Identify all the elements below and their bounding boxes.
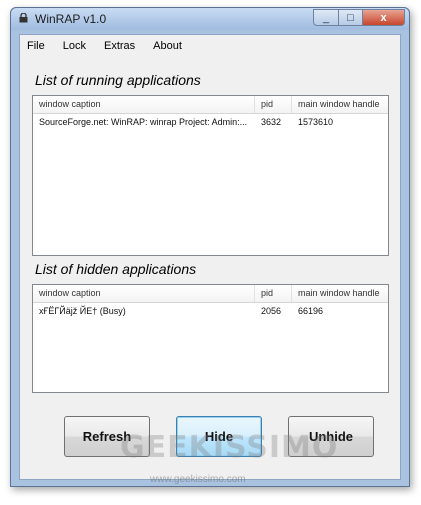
list-header: window caption pid main window handle (33, 285, 388, 303)
column-window-caption[interactable]: window caption (33, 285, 255, 302)
client-area: File Lock Extras About List of running a… (19, 34, 401, 480)
cell-pid: 3632 (261, 117, 282, 127)
cell-handle: 66196 (298, 306, 324, 316)
maximize-button[interactable]: □ (338, 9, 363, 26)
unhide-button[interactable]: Unhide (288, 416, 374, 457)
cell-pid: 2056 (261, 306, 282, 316)
minimize-button[interactable]: _ (313, 9, 339, 26)
refresh-button[interactable]: Refresh (64, 416, 150, 457)
hidden-list-title: List of hidden applications (35, 261, 197, 277)
column-main-window-handle[interactable]: main window handle (292, 285, 388, 302)
close-icon: x (380, 11, 387, 24)
lock-icon (19, 13, 28, 23)
minimize-icon: _ (322, 11, 330, 24)
column-main-window-handle[interactable]: main window handle (292, 96, 388, 113)
column-pid[interactable]: pid (255, 96, 292, 113)
table-row[interactable]: xҒЁГЙäјž ЙЕ† (Busy) 2056 66196 (33, 303, 388, 320)
menu-extras[interactable]: Extras (97, 38, 142, 56)
running-list-title: List of running applications (35, 72, 201, 88)
running-apps-list[interactable]: window caption pid main window handle So… (32, 95, 389, 256)
column-pid[interactable]: pid (255, 285, 292, 302)
cell-caption: SourceForge.net: WinRAP: winrap Project:… (39, 117, 248, 127)
window-title: WinRAP v1.0 (35, 12, 107, 26)
maximize-icon: □ (347, 11, 354, 24)
menu-bar: File Lock Extras About (20, 38, 193, 56)
menu-file[interactable]: File (20, 38, 52, 56)
hide-button[interactable]: Hide (176, 416, 262, 457)
hidden-apps-list[interactable]: window caption pid main window handle xҒ… (32, 284, 389, 393)
cell-caption: xҒЁГЙäјž ЙЕ† (Busy) (39, 306, 126, 316)
column-window-caption[interactable]: window caption (33, 96, 255, 113)
menu-lock[interactable]: Lock (56, 38, 93, 56)
menu-about[interactable]: About (146, 38, 189, 56)
cell-handle: 1573610 (298, 117, 334, 127)
close-button[interactable]: x (362, 9, 405, 26)
table-row[interactable]: SourceForge.net: WinRAP: winrap Project:… (33, 114, 388, 131)
winrap-window: WinRAP v1.0 _ □ x File Lock Extras About… (10, 7, 410, 487)
list-header: window caption pid main window handle (33, 96, 388, 114)
title-bar[interactable]: WinRAP v1.0 _ □ x (11, 8, 409, 30)
